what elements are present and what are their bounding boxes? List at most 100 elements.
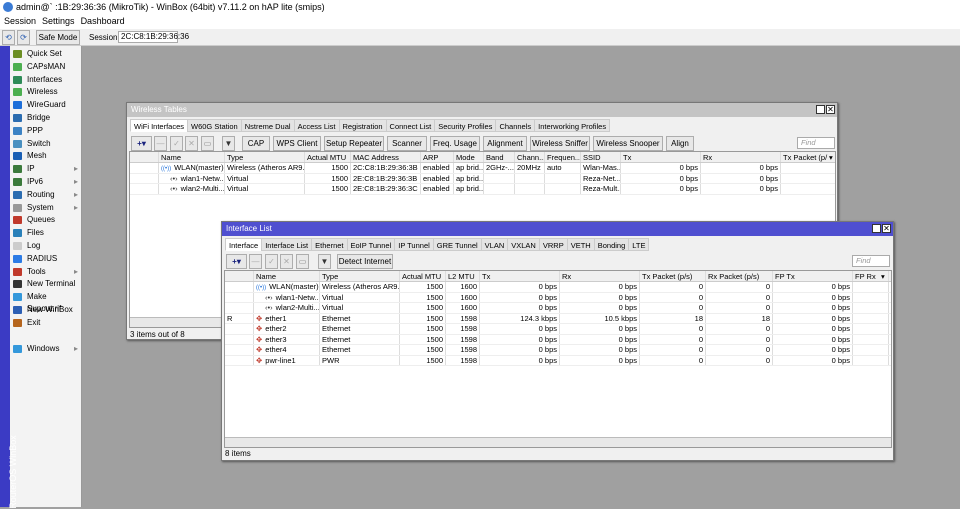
column-header[interactable]: MAC Address bbox=[351, 152, 421, 162]
tab-connect-list[interactable]: Connect List bbox=[385, 119, 436, 132]
disable-icon[interactable]: ✕ bbox=[280, 254, 293, 269]
column-header[interactable]: ARP bbox=[421, 152, 454, 162]
menu-session[interactable]: Session bbox=[4, 16, 36, 26]
tab-ethernet[interactable]: Ethernet bbox=[311, 238, 348, 251]
add-dropdown-button[interactable]: +▾ bbox=[226, 254, 247, 269]
column-header[interactable]: Type bbox=[320, 271, 400, 281]
scanner-button[interactable]: Scanner bbox=[387, 136, 427, 151]
tab-lte[interactable]: LTE bbox=[628, 238, 650, 251]
safe-mode-button[interactable]: Safe Mode bbox=[36, 30, 80, 45]
tab-interface[interactable]: Interface bbox=[225, 238, 263, 251]
table-row[interactable]: ((•)) WLAN(master) Wireless (Atheros AR9..… bbox=[130, 163, 835, 174]
column-chooser-icon[interactable]: ▾ bbox=[879, 271, 889, 281]
tab-nstreme-dual[interactable]: Nstreme Dual bbox=[240, 119, 295, 132]
tab-vxlan[interactable]: VXLAN bbox=[507, 238, 540, 251]
tab-interworking-profiles[interactable]: Interworking Profiles bbox=[534, 119, 611, 132]
table-row[interactable]: ‹•› wlan1-Netw... Virtual 1500 1600 0 bps 0 bp… bbox=[225, 292, 891, 303]
filter-icon[interactable]: ▼ bbox=[318, 254, 331, 269]
table-row[interactable]: ‹•› wlan2-Multi... Virtual 1500 1600 0 bps 0 b… bbox=[225, 303, 891, 314]
tab-security-profiles[interactable]: Security Profiles bbox=[434, 119, 497, 132]
undo-icon[interactable]: ⟲ bbox=[2, 30, 15, 45]
tab-vrrp[interactable]: VRRP bbox=[538, 238, 568, 251]
disable-icon[interactable]: ✕ bbox=[185, 136, 198, 151]
sidebar-item-quick-set[interactable]: Quick Set bbox=[12, 48, 82, 60]
column-header[interactable]: FP Tx bbox=[773, 271, 853, 281]
table-row[interactable]: ‹•› wlan2-Multi... Virtual 1500 2E:C8:1B:29:… bbox=[130, 184, 835, 195]
column-chooser-icon[interactable]: ▾ bbox=[827, 152, 835, 162]
column-header[interactable]: Mode bbox=[454, 152, 484, 162]
alignment-button[interactable]: Alignment bbox=[483, 136, 527, 151]
sidebar-item-capsman[interactable]: CAPsMAN bbox=[12, 61, 82, 73]
sidebar-item-interfaces[interactable]: Interfaces bbox=[12, 74, 82, 86]
column-header[interactable]: Chann... bbox=[515, 152, 545, 162]
column-header[interactable]: SSID bbox=[581, 152, 621, 162]
sidebar-item-routing[interactable]: Routing ▸ bbox=[12, 189, 82, 201]
table-row[interactable]: ✥ ether3 Ethernet 1500 1598 0 bps 0 bps 0 0 0 bps bbox=[225, 334, 891, 345]
column-header[interactable]: Type bbox=[225, 152, 305, 162]
align-button[interactable]: Align bbox=[666, 136, 694, 151]
column-header[interactable]: Band bbox=[484, 152, 515, 162]
column-header[interactable]: Rx bbox=[560, 271, 640, 281]
add-dropdown-button[interactable]: +▾ bbox=[131, 136, 152, 151]
sidebar-item-log[interactable]: Log bbox=[12, 240, 82, 252]
tab-eoip-tunnel[interactable]: EoIP Tunnel bbox=[346, 238, 396, 251]
column-header[interactable]: Frequen... bbox=[545, 152, 581, 162]
column-header[interactable]: Tx bbox=[621, 152, 701, 162]
menu-settings[interactable]: Settings bbox=[42, 16, 75, 26]
session-field[interactable]: 2C:C8:1B:29:36:36 bbox=[118, 31, 189, 43]
wireless-sniffer-button[interactable]: Wireless Sniffer bbox=[530, 136, 590, 151]
sidebar-item-system[interactable]: System ▸ bbox=[12, 202, 82, 214]
wireless-window-title[interactable]: Wireless Tables bbox=[127, 103, 837, 117]
filter-icon[interactable]: ▼ bbox=[222, 136, 235, 151]
tab-vlan[interactable]: VLAN bbox=[480, 238, 509, 251]
sidebar-item-radius[interactable]: RADIUS bbox=[12, 253, 82, 265]
close-icon[interactable]: ✕ bbox=[826, 105, 835, 114]
sidebar-item-bridge[interactable]: Bridge bbox=[12, 112, 82, 124]
sidebar-item-files[interactable]: Files bbox=[12, 227, 82, 239]
close-icon[interactable]: ✕ bbox=[882, 224, 891, 233]
column-header[interactable]: Rx bbox=[701, 152, 781, 162]
detect-internet-button[interactable]: Detect Internet bbox=[337, 254, 393, 269]
column-header[interactable]: Name bbox=[254, 271, 320, 281]
find-input[interactable]: Find bbox=[852, 255, 890, 267]
tab-access-list[interactable]: Access List bbox=[293, 119, 340, 132]
setup-repeater-button[interactable]: Setup Repeater bbox=[324, 136, 384, 151]
horizontal-scrollbar[interactable] bbox=[225, 437, 891, 447]
column-header[interactable]: L2 MTU bbox=[446, 271, 480, 281]
tab-wifi-interfaces[interactable]: WiFi Interfaces bbox=[130, 119, 189, 132]
interface-window-title[interactable]: Interface List bbox=[222, 222, 893, 236]
sidebar-item-windows[interactable]: Windows ▸ bbox=[12, 343, 82, 355]
cap-button[interactable]: CAP bbox=[242, 136, 270, 151]
sidebar-item-switch[interactable]: Switch bbox=[12, 138, 82, 150]
table-row[interactable]: ((•)) WLAN(master) Wireless (Atheros AR9..… bbox=[225, 282, 891, 293]
table-row[interactable]: ✥ ether4 Ethernet 1500 1598 0 bps 0 bps 0 0 0 bps bbox=[225, 345, 891, 356]
enable-icon[interactable]: ✓ bbox=[265, 254, 278, 269]
tab-registration[interactable]: Registration bbox=[338, 119, 387, 132]
tab-ip-tunnel[interactable]: IP Tunnel bbox=[394, 238, 434, 251]
wps-client-button[interactable]: WPS Client bbox=[273, 136, 321, 151]
column-header[interactable]: Rx Packet (p/s) bbox=[706, 271, 773, 281]
tab-bonding[interactable]: Bonding bbox=[593, 238, 630, 251]
column-header[interactable] bbox=[225, 271, 254, 281]
table-row[interactable]: ✥ pwr-line1 PWR 1500 1598 0 bps 0 bps 0 0 0 bps bbox=[225, 355, 891, 366]
enable-icon[interactable]: ✓ bbox=[170, 136, 183, 151]
sidebar-item-wireless[interactable]: Wireless bbox=[12, 86, 82, 98]
column-header[interactable] bbox=[130, 152, 159, 162]
sidebar-item-queues[interactable]: Queues bbox=[12, 214, 82, 226]
maximize-icon[interactable] bbox=[816, 105, 825, 114]
remove-icon[interactable]: — bbox=[249, 254, 262, 269]
column-header[interactable]: Actual MTU bbox=[305, 152, 351, 162]
table-row[interactable]: ‹•› wlan1-Netw... Virtual 1500 2E:C8:1B:29:3… bbox=[130, 173, 835, 184]
sidebar-item-ipv6[interactable]: IPv6 ▸ bbox=[12, 176, 82, 188]
sidebar-item-new-terminal[interactable]: New Terminal bbox=[12, 278, 82, 290]
sidebar-item-mesh[interactable]: Mesh bbox=[12, 150, 82, 162]
table-row[interactable]: ✥ ether2 Ethernet 1500 1598 0 bps 0 bps 0 0 0 bps bbox=[225, 324, 891, 335]
tab-gre-tunnel[interactable]: GRE Tunnel bbox=[432, 238, 482, 251]
wireless-snooper-button[interactable]: Wireless Snooper bbox=[593, 136, 663, 151]
remove-icon[interactable]: — bbox=[154, 136, 167, 151]
tab-veth[interactable]: VETH bbox=[566, 238, 595, 251]
column-header[interactable]: Actual MTU bbox=[400, 271, 446, 281]
menu-dashboard[interactable]: Dashboard bbox=[81, 16, 125, 26]
find-input[interactable]: Find bbox=[797, 137, 835, 149]
tab-interface-list[interactable]: Interface List bbox=[261, 238, 313, 251]
